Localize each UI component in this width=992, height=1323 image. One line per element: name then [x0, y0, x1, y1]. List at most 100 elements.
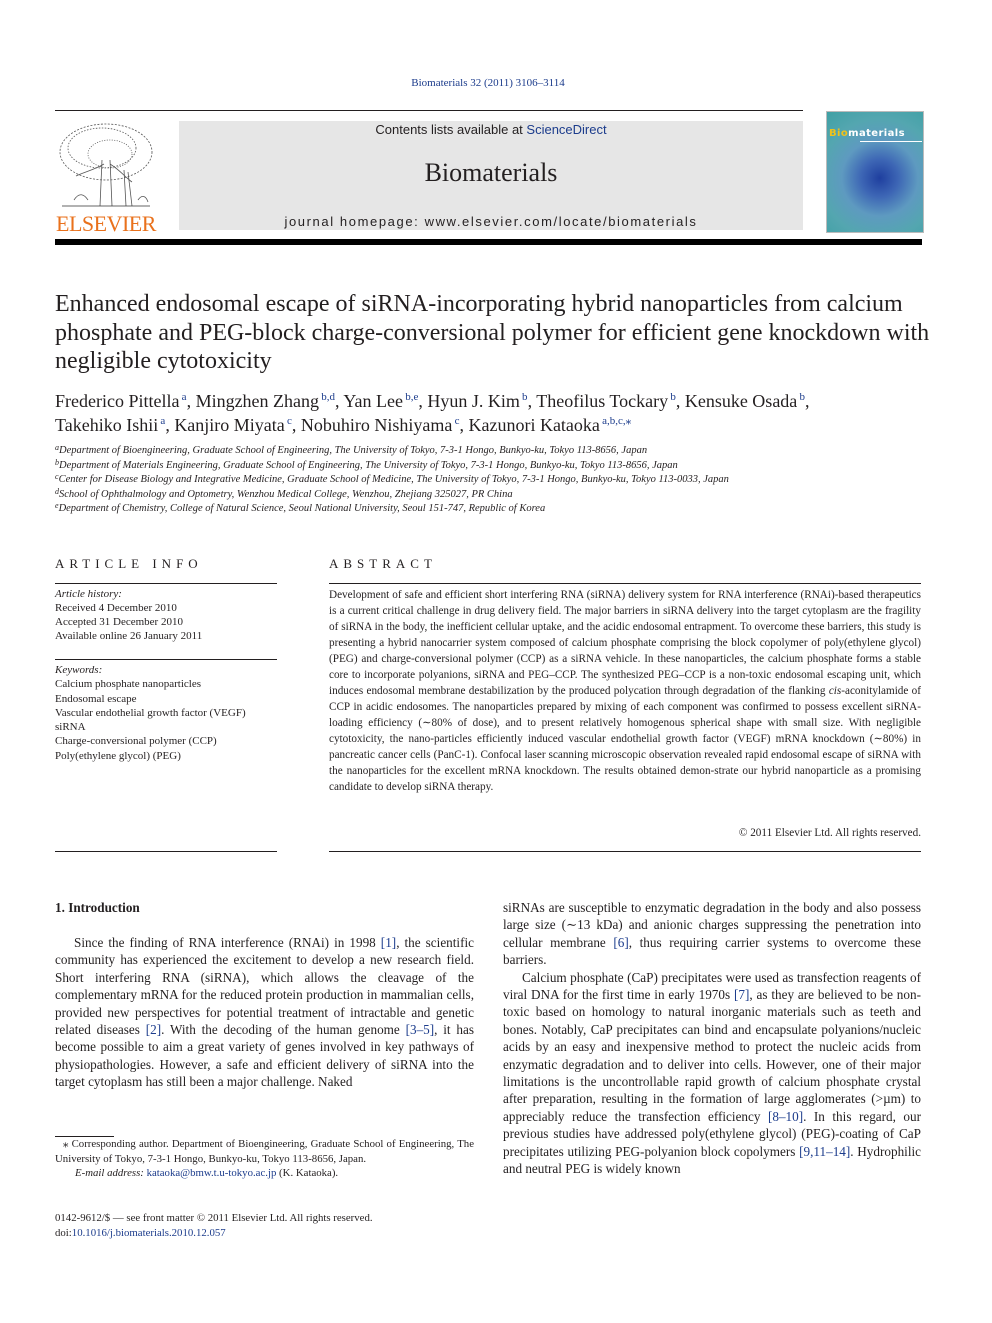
affiliation-item: dSchool of Ophthalmology and Optometry, …: [55, 487, 935, 503]
email-line: E-mail address: kataoka@bmw.t.u-tokyo.ac…: [55, 1166, 474, 1181]
article-info-rule: [55, 583, 277, 584]
affiliation-item: bDepartment of Materials Engineering, Gr…: [55, 458, 935, 474]
citation-ref-link[interactable]: [7]: [734, 987, 749, 1002]
cover-title-underline: [860, 141, 922, 142]
author-name[interactable]: Kensuke Osada: [685, 391, 797, 411]
author-name[interactable]: Nobuhiro Nishiyama: [301, 415, 452, 435]
cover-title: Biomaterials: [829, 128, 905, 139]
author-separator: ,: [527, 391, 537, 411]
author-name[interactable]: Theofilus Tockary: [536, 391, 668, 411]
author-name[interactable]: Mingzhen Zhang: [196, 391, 319, 411]
author-affiliation-marker[interactable]: b,e: [403, 391, 418, 403]
body-paragraph: siRNAs are susceptible to enzymatic degr…: [503, 899, 921, 969]
author-name[interactable]: Yan Lee: [343, 391, 403, 411]
author-affiliation-marker[interactable]: b: [797, 391, 805, 403]
header-top-rule: [55, 110, 803, 111]
affiliation-list: aDepartment of Bioengineering, Graduate …: [55, 444, 935, 517]
author-separator: ,: [805, 391, 810, 411]
citation-ref-link[interactable]: [8–10]: [768, 1109, 803, 1124]
citation-ref-link[interactable]: [9,11–14]: [799, 1144, 850, 1159]
affiliation-text: Department of Chemistry, College of Natu…: [58, 503, 546, 514]
affiliation-item: aDepartment of Bioengineering, Graduate …: [55, 444, 935, 459]
history-received: Received 4 December 2010: [55, 602, 177, 614]
affiliation-text: Department of Materials Engineering, Gra…: [59, 459, 678, 471]
abstract-text: Development of safe and efficient short …: [329, 587, 921, 795]
affiliation-text: School of Ophthalmology and Optometry, W…: [59, 488, 513, 500]
citation-ref-link[interactable]: [2]: [146, 1022, 161, 1037]
doi-link[interactable]: 10.1016/j.biomaterials.2010.12.057: [72, 1227, 226, 1239]
keyword-item: Vascular endothelial growth factor (VEGF…: [55, 706, 246, 719]
affiliation-text: Department of Bioengineering, Graduate S…: [59, 445, 648, 456]
abstract-rule: [329, 583, 921, 584]
keywords-label: Keywords:: [55, 664, 103, 676]
journal-citation-link[interactable]: Biomaterials 32 (2011) 3106–3114: [0, 77, 976, 89]
author-affiliation-marker[interactable]: a,b,c,⁎: [600, 415, 631, 427]
author-affiliation-marker[interactable]: c: [285, 415, 292, 427]
article-history: Article history: Received 4 December 201…: [55, 587, 277, 643]
body-column-left: Since the finding of RNA interference (R…: [55, 934, 474, 1091]
doi-line: doi:10.1016/j.biomaterials.2010.12.057: [55, 1226, 555, 1241]
header-thick-rule: [55, 239, 922, 245]
cover-title-bio: Bio: [829, 128, 849, 139]
author-separator: ,: [675, 391, 685, 411]
article-info-bottom-rule: [55, 851, 277, 852]
author-name[interactable]: Hyun J. Kim: [427, 391, 520, 411]
author-affiliation-marker[interactable]: a: [179, 391, 187, 403]
author-name[interactable]: Takehiko Ishii: [55, 415, 158, 435]
keyword-item: Endosomal escape: [55, 692, 137, 705]
journal-name: Biomaterials: [424, 158, 558, 187]
author-affiliation-marker[interactable]: b: [520, 391, 528, 403]
sciencedirect-link[interactable]: ScienceDirect: [526, 122, 606, 137]
issn-doi-block: 0142-9612/$ — see front matter © 2011 El…: [55, 1211, 555, 1241]
citation-ref-link[interactable]: [6]: [613, 935, 628, 950]
author-separator: ,: [165, 415, 175, 435]
abstract-text-part: Development of safe and efficient short …: [329, 589, 921, 697]
history-online: Available online 26 January 2011: [55, 630, 203, 642]
contents-availability-line: Contents lists available at ScienceDirec…: [179, 122, 803, 137]
section-heading-introduction: 1. Introduction: [55, 900, 140, 915]
article-history-label: Article history:: [55, 588, 122, 600]
abstract-italic-term: cis: [828, 685, 842, 697]
keyword-item: Poly(ethylene glycol) (PEG): [55, 749, 181, 762]
author-name[interactable]: Kazunori Kataoka: [468, 415, 599, 435]
keyword-item: Calcium phosphate nanoparticles: [55, 678, 202, 691]
cover-title-rest: materials: [848, 128, 905, 139]
body-paragraph: Calcium phosphate (CaP) precipitates wer…: [503, 969, 921, 1178]
body-text: Since the finding of RNA interference (R…: [74, 935, 381, 950]
author-name[interactable]: Frederico Pittella: [55, 391, 179, 411]
email-link[interactable]: kataoka@bmw.t.u-tokyo.ac.jp: [147, 1167, 277, 1179]
doi-prefix: doi:: [55, 1227, 72, 1239]
abstract-bottom-rule: [329, 851, 921, 852]
author-separator: ,: [291, 415, 301, 435]
author-affiliation-marker[interactable]: b: [668, 391, 676, 403]
email-label: E-mail address:: [75, 1167, 144, 1179]
corresponding-author-footnote: ⁎ Corresponding author. Department of Bi…: [55, 1137, 474, 1181]
issn-line: 0142-9612/$ — see front matter © 2011 El…: [55, 1212, 373, 1224]
author-separator: ,: [418, 391, 428, 411]
elsevier-logo-text: ELSEVIER: [56, 211, 156, 236]
author-list: Frederico Pittella a, Mingzhen Zhang b,d…: [55, 389, 935, 437]
contents-prefix: Contents lists available at: [375, 122, 527, 137]
author-name[interactable]: Kanjiro Miyata: [174, 415, 284, 435]
body-text: , as they are believed to be non-toxic b…: [503, 987, 921, 1124]
journal-homepage-link[interactable]: journal homepage: www.elsevier.com/locat…: [179, 214, 803, 229]
abstract-text-part: -aconitylamide of CCP in acidic endosome…: [329, 685, 922, 793]
email-suffix: (K. Kataoka).: [276, 1167, 339, 1179]
author-affiliation-marker[interactable]: b,d: [319, 391, 335, 403]
affiliation-text: Center for Disease Biology and Integrati…: [58, 474, 729, 485]
body-text: . With the decoding of the human genome: [161, 1022, 406, 1038]
affiliation-item: eDepartment of Chemistry, College of Nat…: [55, 502, 935, 517]
keywords-block: Keywords: Calcium phosphate nanoparticle…: [55, 663, 277, 763]
keywords-rule: [55, 659, 277, 660]
author-separator: ,: [186, 391, 196, 411]
keyword-item: Charge-conversional polymer (CCP): [55, 735, 217, 748]
history-accepted: Accepted 31 December 2010: [55, 616, 183, 628]
affiliation-item: cCenter for Disease Biology and Integrat…: [55, 473, 935, 488]
citation-ref-link[interactable]: [3–5]: [406, 1022, 435, 1037]
citation-ref-link[interactable]: [1]: [381, 935, 396, 950]
body-column-right: siRNAs are susceptible to enzymatic degr…: [503, 899, 921, 1178]
keyword-item: siRNA: [55, 721, 86, 734]
abstract-heading: ABSTRACT: [329, 556, 437, 571]
abstract-copyright: © 2011 Elsevier Ltd. All rights reserved…: [738, 827, 921, 839]
article-title: Enhanced endosomal escape of siRNA-incor…: [55, 291, 930, 374]
